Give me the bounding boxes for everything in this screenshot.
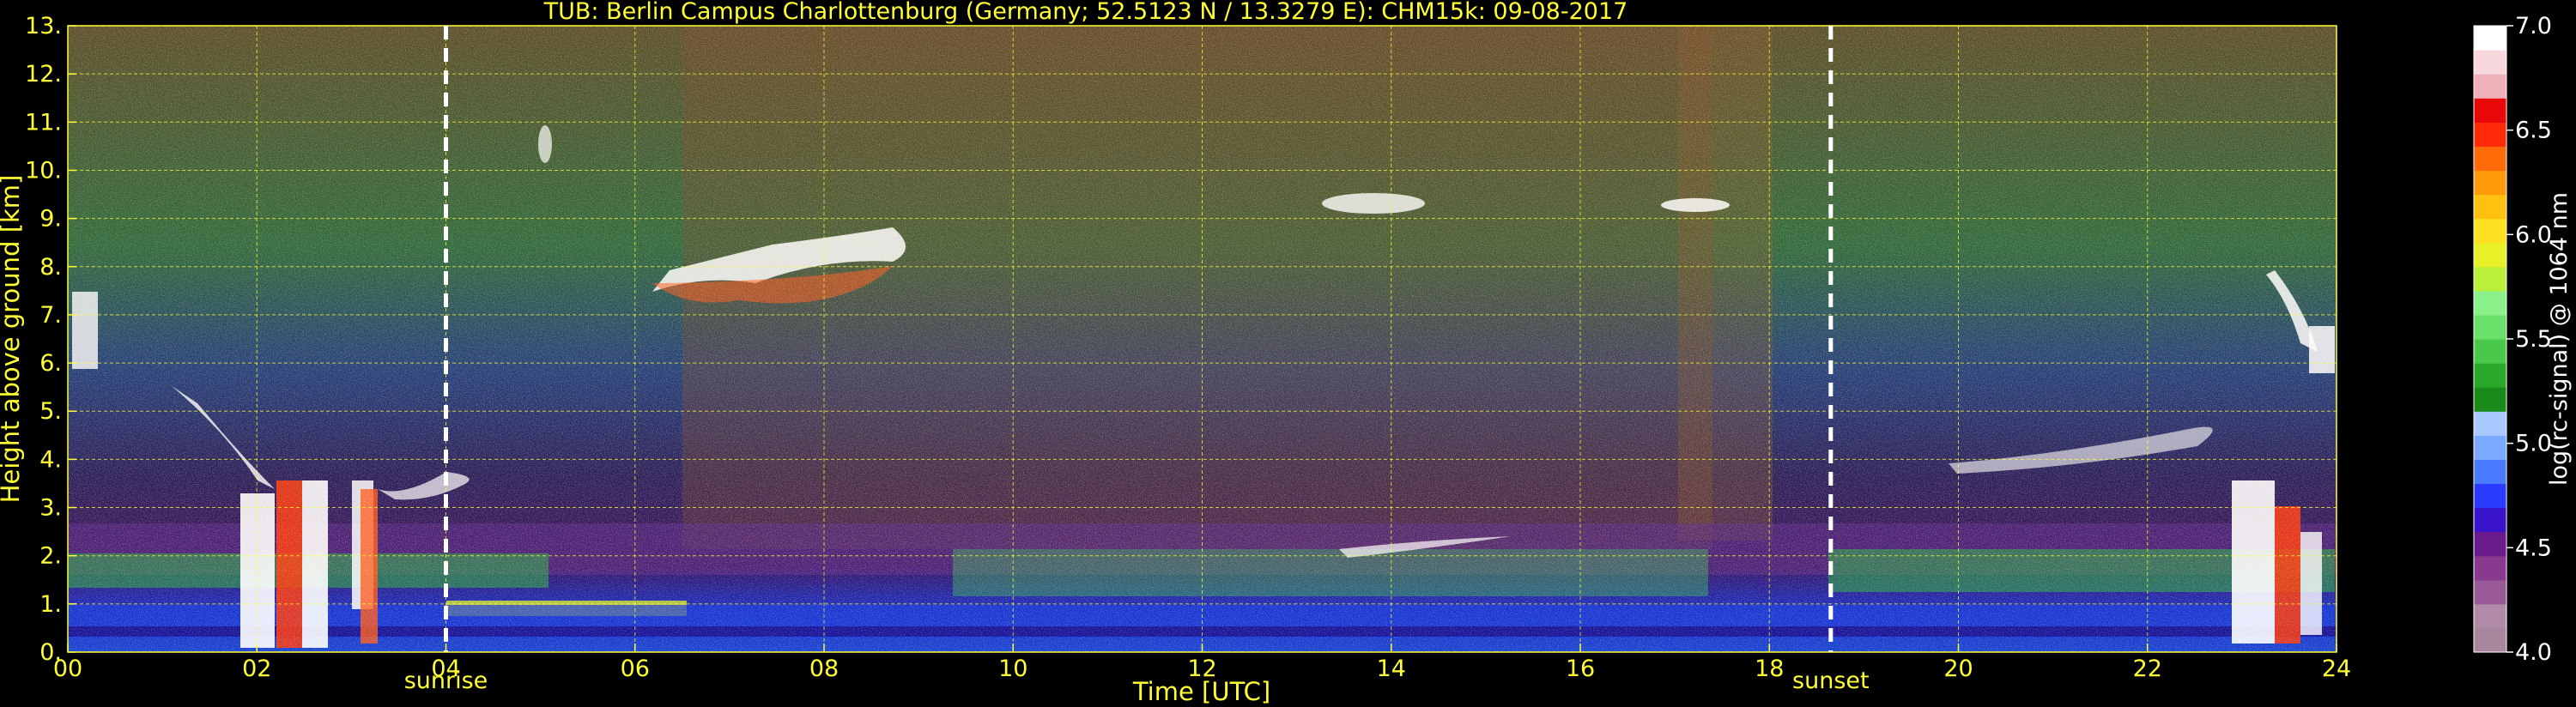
y-tick-label: 8. (39, 254, 62, 281)
colorbar-tick-label: 6.5 (2515, 118, 2552, 144)
colorbar-segment (2474, 363, 2506, 388)
y-tick-label: 6. (39, 350, 62, 377)
colorbar-segment (2474, 290, 2506, 316)
y-tick-label: 11. (25, 109, 62, 136)
x-tick-label: 18 (1755, 656, 1784, 682)
lidar-chart: sunrise sunset 00 02 04 06 08 10 12 14 16 18 20 22 24… (0, 0, 2573, 706)
x-tick-label: 24 (2322, 656, 2351, 682)
colorbar: 4.04.55.05.56.06.57.0 (2473, 13, 2552, 666)
y-tick-label: 5. (39, 398, 62, 425)
colorbar-segment (2474, 603, 2506, 629)
y-tick-label: 3. (39, 495, 62, 522)
colorbar-segment (2474, 387, 2506, 412)
x-tick-label: 14 (1377, 656, 1406, 682)
y-tick-label: 2. (39, 543, 62, 570)
colorbar-segment (2474, 627, 2506, 653)
colorbar-segment (2474, 146, 2506, 172)
colorbar-segment (2474, 579, 2506, 605)
colorbar-segment (2474, 26, 2506, 51)
colorbar-segment (2474, 242, 2506, 268)
colorbar-segment (2474, 411, 2506, 436)
y-tick-label: 0. (39, 639, 62, 666)
x-tick-label: 06 (621, 656, 650, 682)
y-tick-label: 12. (25, 61, 62, 88)
colorbar-segment (2474, 435, 2506, 460)
y-axis-label: Height above ground [km] (0, 175, 25, 504)
y-tick-label: 4. (39, 446, 62, 473)
colorbar-segment (2474, 74, 2506, 99)
colorbar-segment (2474, 507, 2506, 533)
colorbar-segment (2474, 170, 2506, 196)
x-axis-label: Time [UTC] (1132, 677, 1270, 706)
x-tick-label: 22 (2133, 656, 2162, 682)
y-tick-label: 10. (25, 157, 62, 184)
colorbar-segment (2474, 531, 2506, 557)
colorbar-tick-label: 4.0 (2515, 639, 2552, 666)
chart-title: TUB: Berlin Campus Charlottenburg (Germa… (543, 0, 1628, 25)
colorbar-tick-label: 4.5 (2515, 535, 2552, 561)
x-tick-label: 04 (431, 656, 460, 682)
colorbar-segment (2474, 483, 2506, 509)
colorbar-segment (2474, 314, 2506, 340)
y-tick-label: 9. (39, 206, 62, 233)
x-tick-label: 02 (242, 656, 271, 682)
colorbar-tick-label: 7.0 (2515, 13, 2552, 39)
event-label: sunset (1792, 668, 1870, 694)
colorbar-segment (2474, 122, 2506, 147)
colorbar-segment (2474, 98, 2506, 123)
colorbar-segment (2474, 459, 2506, 485)
colorbar-segment (2474, 555, 2506, 581)
colorbar-segment (2474, 218, 2506, 244)
colorbar-segment (2474, 266, 2506, 292)
x-tick-label: 08 (809, 656, 839, 682)
noise-overlay (68, 26, 2337, 575)
x-tick-label: 20 (1943, 656, 1973, 682)
y-tick-label: 1. (39, 591, 62, 618)
colorbar-segment (2474, 339, 2506, 364)
x-tick-label: 10 (998, 656, 1027, 682)
colorbar-segment (2474, 50, 2506, 75)
y-tick-label: 7. (39, 302, 62, 329)
colorbar-label: log(rc-signal) @ 1064 nm (2546, 192, 2573, 486)
x-tick-label: 16 (1566, 656, 1595, 682)
colorbar-segment (2474, 194, 2506, 220)
y-tick-label: 13. (25, 13, 62, 39)
